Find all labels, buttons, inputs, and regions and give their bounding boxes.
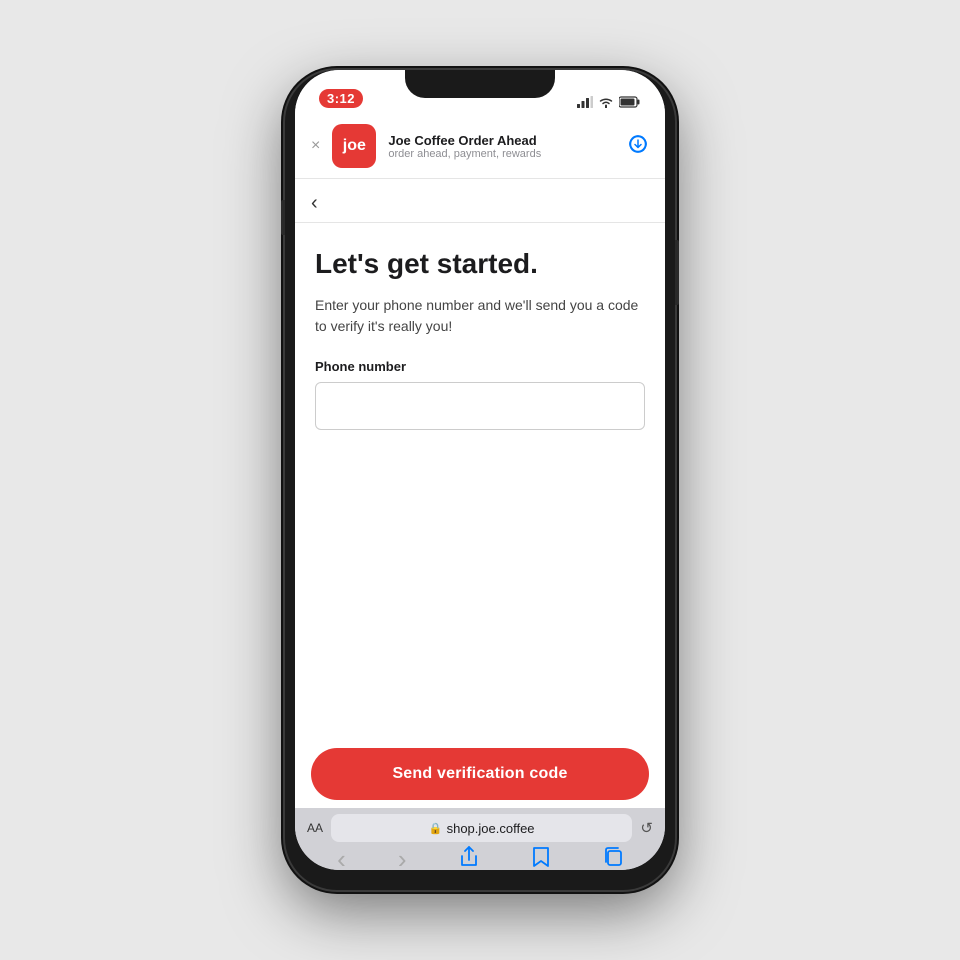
safari-nav: ‹ › [295,842,665,870]
status-time: 3:12 [319,89,363,108]
battery-icon [619,96,641,108]
form-area: Let's get started. Enter your phone numb… [295,223,665,748]
safari-share-button[interactable] [451,846,487,871]
safari-bookmarks-button[interactable] [523,846,559,871]
app-download-button[interactable] [627,133,649,160]
phone-screen: 3:12 [295,70,665,870]
nav-back: ‹ [295,179,665,223]
signal-icon [577,96,593,108]
app-name: Joe Coffee Order Ahead [388,133,615,148]
page-title: Let's get started. [315,247,645,281]
phone-notch [405,70,555,98]
phone-input[interactable] [315,382,645,430]
safari-url-row: AA 🔒 shop.joe.coffee ↺ [295,808,665,842]
back-button[interactable]: ‹ [311,193,318,213]
page-subtitle: Enter your phone number and we'll send y… [315,295,645,337]
safari-url-text: shop.joe.coffee [447,821,535,836]
safari-forward-button[interactable]: › [390,844,415,870]
banner-close-button[interactable]: × [311,137,320,155]
app-icon: joe [332,124,376,168]
safari-back-button[interactable]: ‹ [329,844,354,870]
app-desc: order ahead, payment, rewards [388,148,615,160]
main-content: ‹ Let's get started. Enter your phone nu… [295,179,665,808]
safari-tabs-button[interactable] [595,846,631,871]
safari-url-pill[interactable]: 🔒 shop.joe.coffee [331,814,632,842]
safari-reload-button[interactable]: ↺ [640,819,653,837]
safari-lock-icon: 🔒 [429,822,443,835]
safari-aa-button[interactable]: AA [307,821,323,835]
phone-label: Phone number [315,359,645,374]
app-banner: × joe Joe Coffee Order Ahead order ahead… [295,114,665,179]
send-verification-button[interactable]: Send verification code [311,748,649,800]
safari-bar: AA 🔒 shop.joe.coffee ↺ ‹ › [295,808,665,870]
app-info: Joe Coffee Order Ahead order ahead, paym… [388,133,615,160]
phone-device: 3:12 [285,70,675,890]
wifi-icon [598,96,614,108]
status-icons [577,96,641,108]
